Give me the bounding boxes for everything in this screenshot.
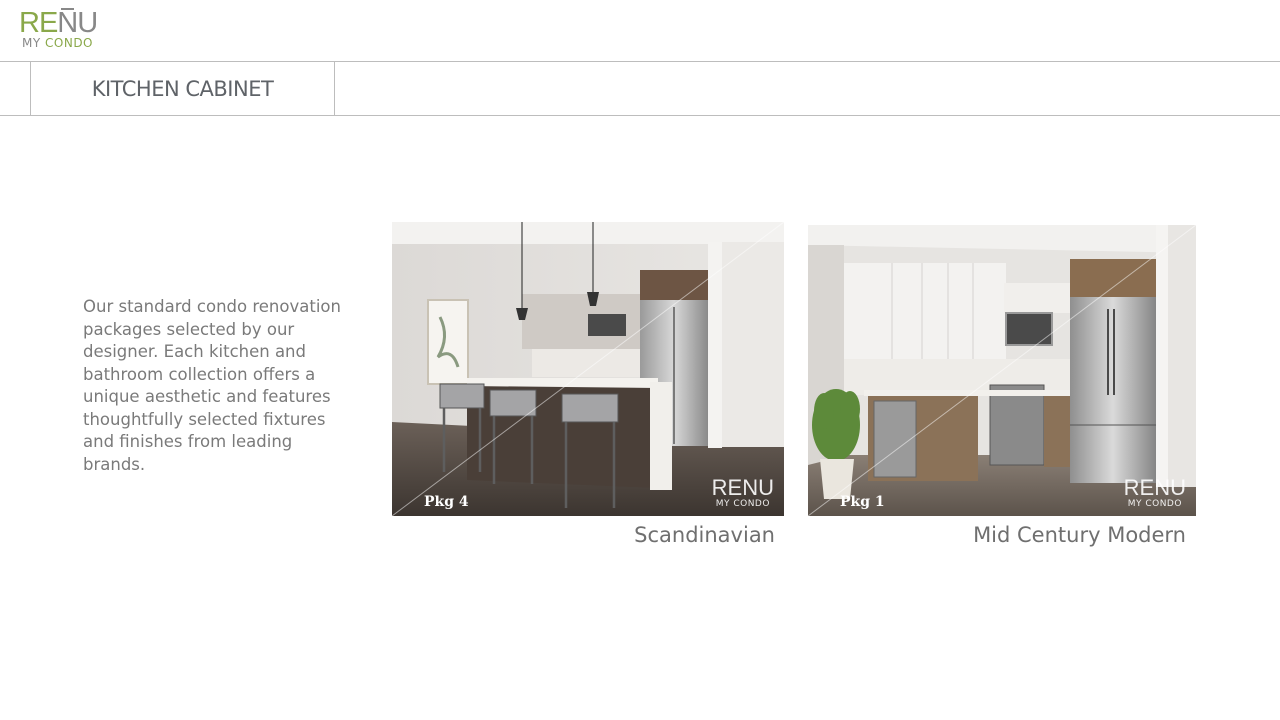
logo-re: RE: [19, 7, 58, 39]
renu-watermark: RENU MY CONDO: [1123, 475, 1186, 510]
watermark-line2: MY CONDO: [1127, 499, 1182, 509]
package-badge: Pkg 1: [840, 494, 885, 510]
watermark-line2: MY CONDO: [715, 499, 770, 509]
watermark-line1: RENU: [711, 475, 774, 500]
kitchen-photo-mid-century-modern[interactable]: Pkg 1 RENU MY CONDO: [808, 225, 1196, 516]
logo-macron: [61, 8, 75, 10]
brand-logo[interactable]: RE NU MY CONDO: [19, 8, 99, 54]
logo-nu-text: NU: [57, 7, 98, 39]
kitchen-illustration-scandinavian: [392, 222, 784, 516]
kitchen-photo-scandinavian[interactable]: Pkg 4 RENU MY CONDO: [392, 222, 784, 516]
logo-wordmark: RE NU: [19, 8, 99, 38]
package-badge: Pkg 4: [424, 494, 469, 510]
kitchen-illustration-mid-century: [808, 225, 1196, 516]
renu-watermark: RENU MY CONDO: [711, 475, 774, 510]
logo-my: MY: [22, 36, 41, 50]
watermark-line1: RENU: [1123, 475, 1186, 500]
section-title: KITCHEN CABINET: [91, 76, 274, 101]
description-text: Our standard condo renovation packages s…: [83, 297, 341, 474]
title-box-right-border: [334, 62, 335, 116]
caption-scandinavian: Scandinavian: [634, 523, 775, 547]
logo-nu: NU: [57, 7, 98, 39]
caption-mid-century-modern: Mid Century Modern: [973, 523, 1186, 547]
header-divider-bottom: [0, 115, 1280, 116]
